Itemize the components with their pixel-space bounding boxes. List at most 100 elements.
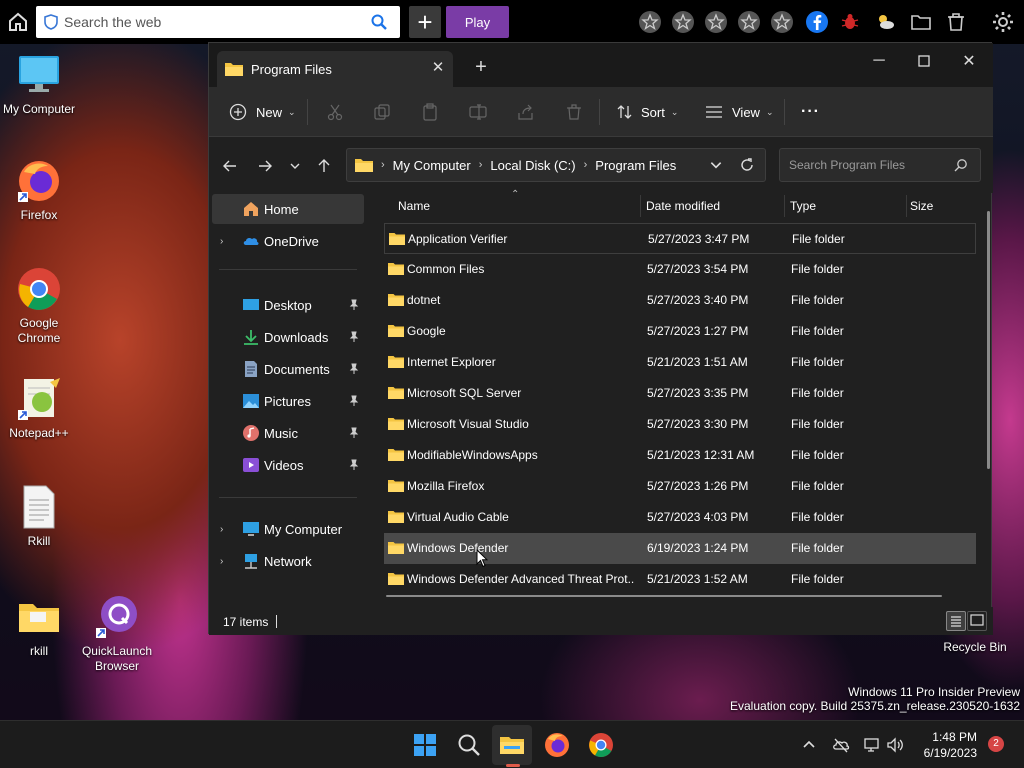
desktop-icon-quicklaunch-browser[interactable]: QuickLaunch Browser	[78, 594, 156, 674]
sort-button[interactable]: Sort ⌄	[616, 100, 678, 124]
nav-item-network[interactable]: › Network	[212, 546, 364, 576]
desktop-icon-rkill[interactable]: Rkill	[0, 484, 78, 549]
pin-icon[interactable]	[348, 395, 360, 407]
add-button[interactable]: +	[409, 6, 441, 38]
forward-button[interactable]	[254, 155, 276, 177]
table-row[interactable]: Microsoft Visual Studio 5/27/2023 3:30 PM…	[384, 409, 976, 440]
refresh-icon[interactable]	[739, 157, 755, 173]
star-icon[interactable]	[770, 10, 794, 34]
desktop-icon-rkill-folder[interactable]: rkill	[0, 594, 78, 659]
pin-icon[interactable]	[348, 331, 360, 343]
chevron-down-icon[interactable]	[709, 158, 723, 172]
column-header-type[interactable]: Type	[782, 193, 906, 219]
share-button[interactable]	[517, 100, 535, 124]
desktop-icon-google-chrome[interactable]: Google Chrome	[0, 266, 78, 346]
trash-icon[interactable]	[944, 10, 968, 34]
nav-item-music[interactable]: Music	[212, 418, 364, 448]
star-icon[interactable]	[704, 10, 728, 34]
close-tab-icon[interactable]: ✕	[431, 60, 445, 75]
nav-item-videos[interactable]: Videos	[212, 450, 364, 480]
gear-icon[interactable]	[991, 10, 1015, 34]
view-button[interactable]: View ⌄	[705, 100, 774, 124]
star-icon[interactable]	[638, 10, 662, 34]
copy-button[interactable]	[373, 100, 391, 124]
search-icon[interactable]	[370, 13, 388, 31]
pin-icon[interactable]	[348, 363, 360, 375]
more-options-button[interactable]: ···	[801, 100, 820, 124]
vertical-scrollbar[interactable]	[987, 211, 990, 469]
table-row[interactable]: Application Verifier 5/27/2023 3:47 PM Fil…	[384, 223, 976, 254]
tiles-view-button[interactable]	[967, 611, 987, 631]
nav-item-documents[interactable]: Documents	[212, 354, 364, 384]
table-row[interactable]: Virtual Audio Cable 5/27/2023 4:03 PM File…	[384, 502, 976, 533]
show-hidden-icons-button[interactable]	[800, 736, 818, 754]
table-row[interactable]: Mozilla Firefox 5/27/2023 1:26 PM File fol…	[384, 471, 976, 502]
nav-item-desktop[interactable]: Desktop	[212, 290, 364, 320]
paste-button[interactable]	[421, 100, 439, 124]
volume-icon[interactable]	[886, 736, 904, 754]
taskbar-chrome[interactable]	[587, 731, 615, 759]
home-icon[interactable]	[6, 10, 30, 34]
breadcrumb-my-computer[interactable]: My Computer	[393, 158, 471, 173]
taskbar-search-button[interactable]	[455, 731, 483, 759]
table-row[interactable]: ModifiableWindowsApps 5/21/2023 12:31 AM F…	[384, 440, 976, 471]
notification-badge[interactable]: 2	[988, 736, 1004, 752]
bug-icon[interactable]	[838, 10, 862, 34]
facebook-icon[interactable]	[805, 10, 829, 34]
horizontal-scrollbar[interactable]	[386, 595, 942, 597]
play-button[interactable]: Play	[446, 6, 509, 38]
chevron-right-icon[interactable]: ›	[220, 556, 230, 567]
desktop-icon-firefox[interactable]: Firefox	[0, 158, 78, 223]
network-icon[interactable]	[863, 736, 881, 754]
table-row[interactable]: Microsoft SQL Server 5/27/2023 3:35 PM Fil…	[384, 378, 976, 409]
star-icon[interactable]	[737, 10, 761, 34]
nav-item-pictures[interactable]: Pictures	[212, 386, 364, 416]
nav-item-my-computer[interactable]: › My Computer	[212, 514, 364, 544]
start-button[interactable]	[411, 731, 439, 759]
system-clock[interactable]: 1:48 PM 6/19/2023	[924, 729, 977, 761]
weather-icon[interactable]	[873, 10, 897, 34]
table-row[interactable]: dotnet 5/27/2023 3:40 PM File folder	[384, 285, 976, 316]
breadcrumb-program-files[interactable]: Program Files	[595, 158, 676, 173]
table-row[interactable]: Internet Explorer 5/21/2023 1:51 AM File f…	[384, 347, 976, 378]
maximize-button[interactable]	[901, 47, 947, 75]
tab-program-files[interactable]: Program Files ✕	[217, 51, 453, 87]
cut-button[interactable]	[326, 100, 344, 124]
up-button[interactable]	[313, 155, 335, 177]
back-button[interactable]	[219, 155, 241, 177]
table-row[interactable]: Google 5/27/2023 1:27 PM File folder	[384, 316, 976, 347]
web-search-box[interactable]: Search the web	[36, 6, 400, 38]
chevron-right-icon[interactable]: ›	[220, 236, 230, 247]
nav-item-home[interactable]: Home	[212, 194, 364, 224]
breadcrumb-local-disk[interactable]: Local Disk (C:)	[490, 158, 575, 173]
new-button[interactable]: New ⌄	[229, 100, 296, 124]
table-row[interactable]: Common Files 5/27/2023 3:54 PM File folder	[384, 254, 976, 285]
table-row[interactable]: Windows Defender 6/19/2023 1:24 PM File fo…	[384, 533, 976, 564]
column-header-name[interactable]: Name	[390, 193, 640, 219]
close-window-button[interactable]: ✕	[946, 47, 992, 75]
star-icon[interactable]	[671, 10, 695, 34]
pin-icon[interactable]	[348, 299, 360, 311]
rename-button[interactable]	[469, 100, 487, 124]
address-bar[interactable]: › My Computer › Local Disk (C:) › Progra…	[346, 148, 766, 182]
desktop-icon-recycle-bin[interactable]: Recycle Bin	[936, 640, 1014, 655]
details-view-button[interactable]	[946, 611, 966, 631]
taskbar-firefox[interactable]	[543, 731, 571, 759]
pin-icon[interactable]	[348, 427, 360, 439]
desktop-icon-notepad-plus-plus[interactable]: Notepad++	[0, 376, 78, 441]
column-header-size[interactable]: Size	[902, 193, 972, 219]
chevron-right-icon[interactable]: ›	[220, 524, 230, 535]
table-row[interactable]: Windows Defender Advanced Threat Prot...…	[384, 564, 976, 595]
search-input[interactable]: Search Program Files	[779, 148, 981, 182]
nav-item-onedrive[interactable]: › OneDrive	[212, 226, 364, 256]
column-header-date[interactable]: Date modified	[638, 193, 784, 219]
nav-item-downloads[interactable]: Downloads	[212, 322, 364, 352]
new-tab-button[interactable]: +	[471, 57, 491, 77]
recent-locations-button[interactable]	[284, 155, 306, 177]
folder-icon[interactable]	[909, 10, 933, 34]
taskbar-file-explorer[interactable]	[498, 731, 526, 759]
pin-icon[interactable]	[348, 459, 360, 471]
minimize-button[interactable]: ─	[856, 47, 902, 75]
delete-button[interactable]	[565, 100, 583, 124]
cloud-offline-icon[interactable]	[832, 736, 850, 754]
